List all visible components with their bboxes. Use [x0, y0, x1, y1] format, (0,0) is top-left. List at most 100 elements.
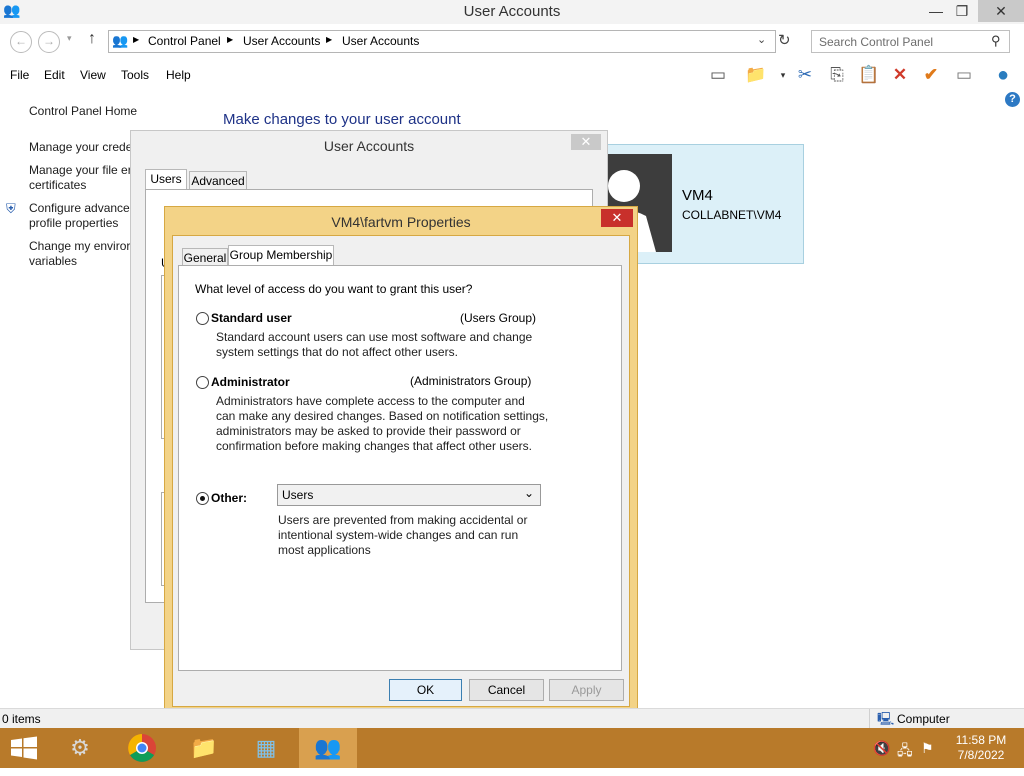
address-dropdown-icon[interactable]: ⌄ — [757, 33, 766, 46]
properties-close-button[interactable]: ✕ — [601, 209, 633, 227]
settings-taskbar-icon[interactable]: ⚙ — [51, 728, 109, 768]
breadcrumb-user-accounts-current[interactable]: User Accounts — [342, 34, 419, 48]
other-label[interactable]: Other: — [211, 491, 247, 505]
recent-dropdown-icon[interactable]: ▾ — [67, 33, 72, 44]
chrome-taskbar-icon[interactable] — [113, 728, 171, 768]
sidebar-manage-credentials[interactable]: Manage your crede — [29, 140, 132, 155]
standard-user-label[interactable]: Standard user — [211, 311, 292, 325]
search-input[interactable]: Search Control Panel ⚲ — [811, 30, 1010, 53]
administrator-desc-2: can make any desired changes. Based on n… — [216, 409, 549, 423]
properties-icon[interactable]: ▭ — [951, 62, 977, 88]
window-title: User Accounts — [463, 3, 561, 20]
breadcrumb-separator-icon: ▶ — [133, 35, 140, 44]
breadcrumb-separator-icon: ▶ — [326, 35, 333, 44]
taskbar: ⚙ 📁 ▦ 👥 🔇 🖧 ⚑ 11:58 PM 7/8/2022 — [0, 728, 1024, 768]
administrator-desc-4: confirmation before making changes that … — [216, 439, 532, 453]
shield-icon: ⛨ — [6, 201, 16, 216]
menu-view[interactable]: View — [80, 68, 106, 82]
sidebar-manage-file-encryption[interactable]: Manage your file er — [29, 163, 132, 178]
other-desc-2: intentional system-wide changes and can … — [278, 528, 519, 542]
administrator-desc-3: administrators may be asked to provide t… — [216, 424, 521, 438]
tab-group-membership[interactable]: Group Membership — [228, 245, 334, 266]
title-bar: 👥 User Accounts — ❐ ✕ — [0, 0, 1024, 24]
start-button[interactable] — [0, 728, 48, 768]
breadcrumb-user-accounts[interactable]: User Accounts — [243, 34, 320, 48]
other-desc-3: most applications — [278, 543, 371, 557]
maximize-button[interactable]: ❐ — [946, 0, 978, 22]
copy-icon[interactable]: ⎘ — [824, 62, 850, 88]
taskbar-clock[interactable]: 11:58 PM 7/8/2022 — [946, 733, 1016, 763]
network-icon[interactable]: 🖧 — [897, 740, 913, 764]
standard-user-desc-2: system settings that do not affect other… — [216, 345, 458, 359]
apply-button[interactable]: Apply — [549, 679, 624, 701]
properties-dialog: VM4\fartvm Properties ✕ General Group Me… — [164, 206, 638, 714]
cancel-button[interactable]: Cancel — [469, 679, 544, 701]
group-membership-panel: What level of access do you want to gran… — [178, 265, 622, 671]
paste-icon[interactable]: 📋 — [856, 62, 882, 88]
file-explorer-taskbar-icon[interactable]: 📁 — [175, 728, 233, 768]
group-select-value: Users — [282, 488, 314, 502]
administrator-group: (Administrators Group) — [410, 374, 532, 388]
user-accounts-dialog-title: User Accounts — [323, 138, 415, 154]
back-button[interactable]: ← — [10, 31, 32, 53]
standard-user-radio[interactable] — [196, 312, 209, 325]
page-heading: Make changes to your user account — [223, 111, 461, 128]
menu-tools[interactable]: Tools — [121, 68, 149, 82]
globe-icon[interactable]: ● — [990, 62, 1016, 88]
sidebar-variables[interactable]: variables — [29, 254, 77, 269]
other-radio[interactable] — [196, 492, 209, 505]
item-count: 0 items — [2, 712, 41, 726]
search-icon[interactable]: ⚲ — [991, 33, 1001, 49]
cut-icon[interactable]: ✂ — [792, 62, 818, 88]
control-panel-icon: 👥 — [112, 33, 129, 48]
chrome-icon — [128, 734, 156, 762]
checkmark-icon[interactable]: ✔ — [918, 62, 944, 88]
clock-date: 7/8/2022 — [957, 748, 1005, 762]
search-placeholder: Search Control Panel — [819, 35, 934, 49]
breadcrumb-control-panel[interactable]: Control Panel — [148, 34, 221, 48]
user-name: VM4 — [682, 187, 713, 204]
administrator-desc-1: Administrators have complete access to t… — [216, 394, 525, 408]
menu-edit[interactable]: Edit — [44, 68, 65, 82]
folder-options-icon[interactable]: 📁 — [743, 62, 769, 88]
refresh-icon[interactable]: ↻ — [778, 31, 791, 49]
ok-button[interactable]: OK — [389, 679, 462, 701]
administrator-label[interactable]: Administrator — [211, 375, 290, 389]
status-location: Computer — [897, 712, 950, 726]
group-select[interactable]: Users ⌄ — [277, 484, 541, 506]
control-panel-taskbar-icon[interactable]: ▦ — [237, 728, 295, 768]
menu-file[interactable]: File — [10, 68, 29, 82]
preview-pane-icon[interactable]: ▭ — [705, 62, 731, 88]
breadcrumb-separator-icon: ▶ — [227, 35, 234, 44]
menu-help[interactable]: Help — [166, 68, 191, 82]
user-domain: COLLABNET\VM4 — [682, 208, 782, 222]
forward-button[interactable]: → — [38, 31, 60, 53]
status-bar: 0 items 🖳 Computer — [0, 708, 1024, 729]
access-question: What level of access do you want to gran… — [195, 282, 473, 296]
close-button[interactable]: ✕ — [978, 0, 1024, 22]
sidebar-configure-advanced[interactable]: Configure advance — [29, 201, 130, 216]
other-desc-1: Users are prevented from making accident… — [278, 513, 528, 527]
standard-user-group: (Users Group) — [460, 311, 537, 325]
action-center-flag-icon[interactable]: ⚑ — [921, 740, 934, 757]
standard-user-desc-1: Standard account users can use most soft… — [216, 330, 533, 344]
help-icon[interactable]: ? — [1005, 92, 1020, 107]
address-bar[interactable]: 👥 ▶ Control Panel ▶ User Accounts ▶ User… — [108, 30, 776, 53]
sidebar-certificates[interactable]: certificates — [29, 178, 86, 193]
sidebar-profile-properties[interactable]: profile properties — [29, 216, 118, 231]
speaker-muted-icon[interactable]: 🔇 — [873, 740, 890, 757]
status-divider — [869, 709, 870, 729]
clock-time: 11:58 PM — [955, 733, 1007, 747]
chevron-down-icon: ⌄ — [524, 486, 535, 500]
delete-icon[interactable]: ✕ — [887, 62, 913, 88]
properties-dialog-title: VM4\fartvm Properties — [331, 214, 471, 230]
tab-users[interactable]: Users — [145, 169, 187, 190]
up-arrow-icon[interactable]: ↑ — [88, 30, 96, 48]
address-row: ← → ▾ ↑ 👥 ▶ Control Panel ▶ User Account… — [0, 28, 1024, 54]
user-accounts-taskbar-icon[interactable]: 👥 — [299, 728, 357, 768]
windows-logo-icon — [11, 736, 37, 760]
sidebar-control-panel-home[interactable]: Control Panel Home — [29, 104, 137, 119]
user-accounts-close-button[interactable]: ✕ — [571, 134, 601, 150]
sidebar-change-environment[interactable]: Change my enviror — [29, 239, 130, 254]
administrator-radio[interactable] — [196, 376, 209, 389]
